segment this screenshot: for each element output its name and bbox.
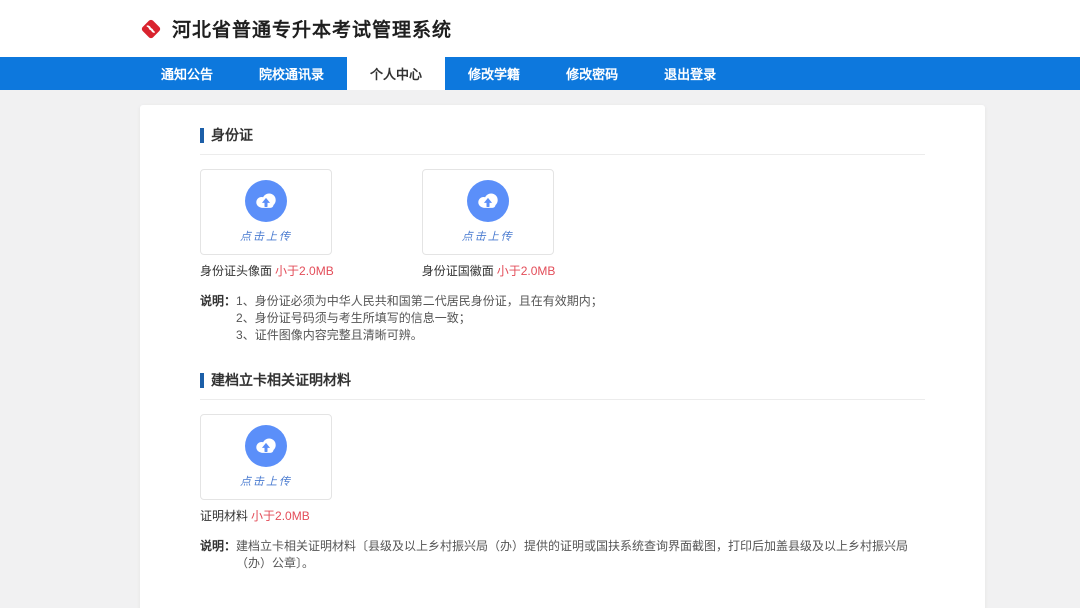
nav-tab-school-directory[interactable]: 院校通讯录 bbox=[236, 57, 347, 90]
note-label: 说明： bbox=[200, 538, 236, 572]
section-header-id-card: 身份证 bbox=[200, 125, 925, 155]
section-title: 建档立卡相关证明材料 bbox=[211, 370, 351, 390]
note-lines: 1、身份证必须为中华人民共和国第二代居民身份证，且在有效期内； 2、身份证号码须… bbox=[236, 293, 603, 344]
upload-caption-text: 身份证头像面 bbox=[200, 264, 272, 278]
note-line: 3、证件图像内容完整且清晰可辨。 bbox=[236, 327, 603, 344]
content-card: 身份证 bbox=[140, 105, 985, 608]
note-label: 说明： bbox=[200, 293, 236, 344]
id-card-upload-row: 点击上传 身份证头像面小于2.0MB bbox=[200, 169, 925, 279]
upload-col-id-front: 点击上传 身份证头像面小于2.0MB bbox=[200, 169, 334, 279]
section-accent-bar bbox=[200, 373, 204, 388]
upload-col-certification: 点击上传 证明材料小于2.0MB bbox=[200, 414, 332, 524]
app-header: 河北省普通专升本考试管理系统 bbox=[0, 0, 1080, 57]
nav-tab-logout[interactable]: 退出登录 bbox=[641, 57, 739, 90]
upload-button-label: 点击上传 bbox=[240, 473, 292, 489]
upload-box-id-portrait-side[interactable]: 点击上传 bbox=[200, 169, 332, 255]
main-area: 身份证 bbox=[0, 105, 1080, 608]
upload-button-label: 点击上传 bbox=[240, 228, 292, 244]
note-line: 2、身份证号码须与考生所填写的信息一致； bbox=[236, 310, 603, 327]
page-title: 河北省普通专升本考试管理系统 bbox=[172, 15, 452, 42]
nav-tab-personal-center[interactable]: 个人中心 bbox=[347, 57, 445, 90]
upload-caption-text: 证明材料 bbox=[200, 509, 248, 523]
section-title: 身份证 bbox=[211, 125, 253, 145]
upload-box-id-emblem-side[interactable]: 点击上传 bbox=[422, 169, 554, 255]
section-accent-bar bbox=[200, 128, 204, 143]
cloud-upload-icon bbox=[245, 180, 287, 222]
upload-button-label: 点击上传 bbox=[462, 228, 514, 244]
nav-tab-notices[interactable]: 通知公告 bbox=[138, 57, 236, 90]
certification-notes: 说明： 建档立卡相关证明材料〔县级及以上乡村振兴局（办）提供的证明或国扶系统查询… bbox=[200, 538, 925, 572]
size-limit-text: 小于2.0MB bbox=[497, 264, 556, 278]
upload-caption-text: 身份证国徽面 bbox=[422, 264, 494, 278]
main-nav: 通知公告 院校通讯录 个人中心 修改学籍 修改密码 退出登录 bbox=[0, 57, 1080, 90]
note-line: 1、身份证必须为中华人民共和国第二代居民身份证，且在有效期内； bbox=[236, 293, 603, 310]
size-limit-text: 小于2.0MB bbox=[275, 264, 334, 278]
note-line: 建档立卡相关证明材料〔县级及以上乡村振兴局（办）提供的证明或国扶系统查询界面截图… bbox=[236, 538, 925, 572]
hebei-exam-logo-icon bbox=[138, 16, 164, 42]
id-card-notes: 说明： 1、身份证必须为中华人民共和国第二代居民身份证，且在有效期内； 2、身份… bbox=[200, 293, 925, 344]
cloud-upload-icon bbox=[245, 425, 287, 467]
upload-box-certification-material[interactable]: 点击上传 bbox=[200, 414, 332, 500]
certification-upload-row: 点击上传 证明材料小于2.0MB bbox=[200, 414, 925, 524]
nav-tab-modify-student-status[interactable]: 修改学籍 bbox=[445, 57, 543, 90]
upload-caption-id-emblem: 身份证国徽面小于2.0MB bbox=[422, 262, 556, 279]
upload-col-id-back: 点击上传 身份证国徽面小于2.0MB bbox=[422, 169, 556, 279]
note-lines: 建档立卡相关证明材料〔县级及以上乡村振兴局（办）提供的证明或国扶系统查询界面截图… bbox=[236, 538, 925, 572]
upload-caption-certification: 证明材料小于2.0MB bbox=[200, 507, 332, 524]
section-header-certification-materials: 建档立卡相关证明材料 bbox=[200, 370, 925, 400]
size-limit-text: 小于2.0MB bbox=[251, 509, 310, 523]
upload-caption-id-portrait: 身份证头像面小于2.0MB bbox=[200, 262, 334, 279]
cloud-upload-icon bbox=[467, 180, 509, 222]
nav-tab-change-password[interactable]: 修改密码 bbox=[543, 57, 641, 90]
